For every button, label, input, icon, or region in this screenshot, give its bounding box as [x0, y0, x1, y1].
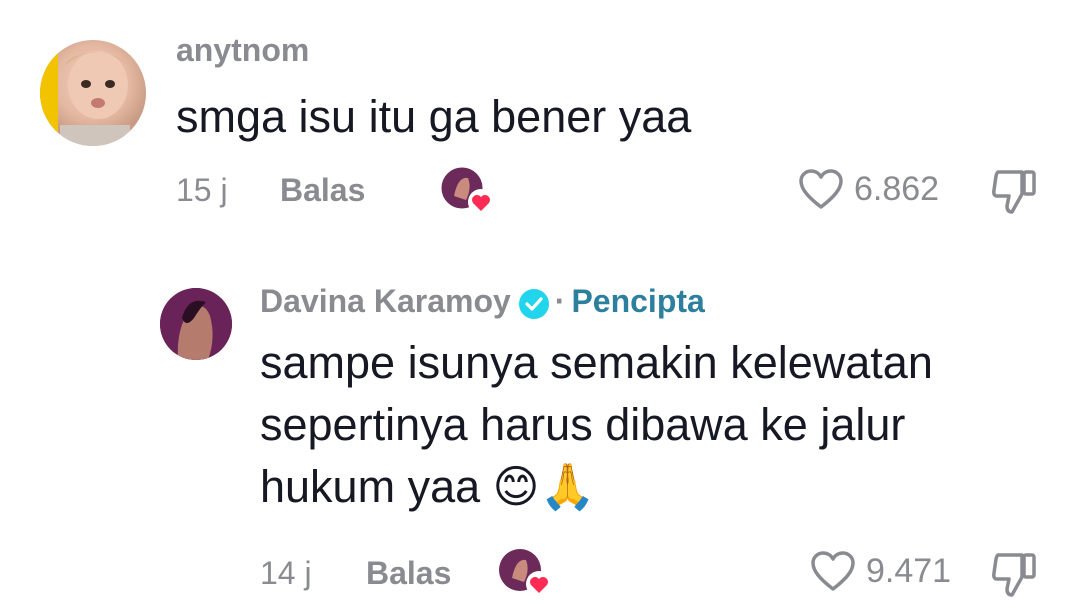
heart-outline-icon [799, 169, 843, 209]
separator-dot: · [554, 283, 566, 319]
like-count: 6.862 [854, 169, 940, 208]
comment-username-row: Davina Karamoy · Pencipta [260, 283, 705, 320]
like-button[interactable]: 9.471 [810, 550, 951, 592]
dislike-button[interactable] [990, 551, 1040, 604]
avatar-image [160, 288, 232, 360]
thumbs-down-icon [992, 170, 1036, 214]
comment-timestamp: 14 j [260, 555, 312, 591]
comment-text: smga isu itu ga bener yaa [176, 91, 692, 142]
comment-text: sampe isunya semakin kelewatan sepertiny… [260, 332, 933, 518]
dislike-button[interactable] [990, 168, 1040, 221]
comment-timestamp: 15 j [176, 172, 228, 208]
avatar[interactable] [40, 40, 146, 146]
liked-by-creator-icon [498, 548, 552, 597]
comment-text-line: sepertinya harus dibawa ke jalur [260, 399, 906, 450]
liked-by-creator-icon [440, 166, 494, 215]
comment-text-line: sampe isunya semakin kelewatan [260, 337, 933, 388]
reply-button[interactable]: Balas [280, 172, 365, 209]
creator-label: Pencipta [571, 283, 705, 319]
comment-text-line: hukum yaa 😊🙏 [260, 461, 596, 512]
like-count: 9.471 [866, 551, 952, 590]
comment-username[interactable]: anytnom [176, 32, 309, 69]
verified-badge-icon [518, 288, 549, 319]
avatar-image [40, 40, 130, 146]
comment-username[interactable]: Davina Karamoy [260, 283, 511, 319]
thumbs-down-icon [992, 553, 1036, 597]
heart-outline-icon [811, 551, 855, 591]
avatar[interactable] [160, 288, 232, 360]
reply-button[interactable]: Balas [366, 555, 451, 592]
like-button[interactable]: 6.862 [798, 168, 939, 210]
